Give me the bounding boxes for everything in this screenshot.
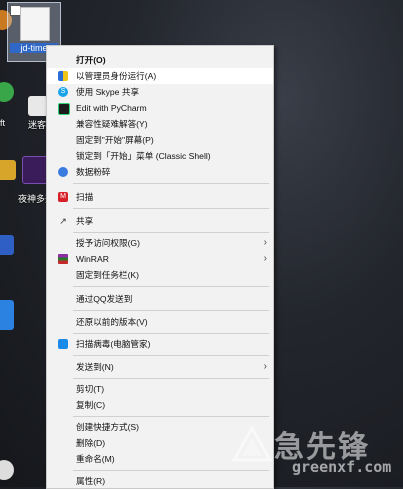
menu-item-label: Edit with PyCharm [76,103,147,113]
chevron-right-icon: › [263,253,267,264]
desktop-icon-green[interactable] [0,82,14,102]
menu-item-pin-taskbar[interactable]: 固定到任务栏(K) [47,267,273,283]
desktop-icon-yellow[interactable] [0,160,16,180]
menu-item-virus-scan[interactable]: 扫描病毒(电脑管家) [47,336,273,352]
menu-item-label: 扫描 [76,192,94,202]
skype-icon: S [58,87,68,97]
file-thumbnail-icon [20,7,50,41]
menu-item-label: WinRAR [76,254,109,264]
menu-item-label: 重命名(M) [76,454,115,464]
menu-item-share[interactable]: ↗ 共享 [47,213,273,229]
menu-item-edit-pycharm[interactable]: Edit with PyCharm [47,100,273,116]
share-icon: ↗ [59,216,67,226]
menu-item-label: 使用 Skype 共享 [76,87,140,97]
menu-separator [73,208,269,209]
shred-icon [58,167,68,177]
menu-item-restore-versions[interactable]: 还原以前的版本(V) [47,314,273,330]
menu-item-label: 发送到(N) [76,362,114,372]
menu-separator [73,378,269,379]
menu-separator [73,416,269,417]
menu-item-label: 复制(C) [76,400,106,410]
mcafee-icon: M [58,192,68,202]
chevron-right-icon: › [263,237,267,248]
menu-item-pin-classic-shell[interactable]: 锁定到「开始」菜单 (Classic Shell) [47,148,273,164]
menu-item-label: 固定到任务栏(K) [76,270,140,280]
chevron-right-icon: › [263,361,267,372]
menu-item-grant-access[interactable]: 授予访问权限(G) › [47,235,273,251]
site-watermark: 急先锋 greenxf.com [232,420,400,482]
menu-item-winrar[interactable]: WinRAR › [47,251,273,267]
desktop-shortcut-icon[interactable] [28,96,48,116]
menu-separator [73,333,269,334]
menu-item-compat-troubleshoot[interactable]: 兼容性疑难解答(Y) [47,116,273,132]
shield-icon [58,71,68,81]
menu-separator [73,310,269,311]
menu-item-label: 数据粉碎 [76,167,111,177]
menu-item-label: 兼容性疑难解答(Y) [76,119,148,129]
watermark-logo-icon [232,426,272,462]
menu-item-label: 通过QQ发送到 [76,294,133,304]
menu-item-copy[interactable]: 复制(C) [47,397,273,413]
menu-item-run-as-admin[interactable]: 以管理员身份运行(A) [47,68,273,84]
desktop-icon-white[interactable] [0,460,14,480]
menu-separator [73,355,269,356]
menu-item-label: 授予访问权限(G) [76,238,140,248]
menu-separator [73,232,269,233]
menu-item-open[interactable]: 打开(O) [47,52,273,68]
menu-item-label: 删除(D) [76,438,106,448]
menu-item-label: 剪切(T) [76,384,105,394]
desktop-icon-blue[interactable] [0,235,14,255]
menu-item-label: 还原以前的版本(V) [76,317,148,327]
pycharm-icon [58,103,70,115]
menu-item-label: 打开(O) [76,55,106,65]
menu-item-label: 以管理员身份运行(A) [76,71,157,81]
menu-item-scan[interactable]: M 扫描 [47,189,273,205]
menu-item-cut[interactable]: 剪切(T) [47,381,273,397]
menu-item-send-via-qq[interactable]: 通过QQ发送到 [47,291,273,307]
menu-separator [73,286,269,287]
winrar-icon [58,254,68,264]
tencent-guard-icon [58,339,68,349]
menu-item-label: 创建快捷方式(S) [76,422,140,432]
watermark-url: greenxf.com [292,458,392,476]
menu-item-send-to[interactable]: 发送到(N) › [47,359,273,375]
menu-item-label: 锁定到「开始」菜单 (Classic Shell) [76,151,211,161]
menu-item-skype-share[interactable]: S 使用 Skype 共享 [47,84,273,100]
menu-item-pin-start-screen[interactable]: 固定到"开始"屏幕(P) [47,132,273,148]
menu-item-label: 固定到"开始"屏幕(P) [76,135,154,145]
menu-item-data-shred[interactable]: 数据粉碎 [47,164,273,180]
menu-separator [73,183,269,184]
desktop-item-label-2: 迷客 [28,120,47,130]
desktop-item-label-1: ft [0,118,6,128]
menu-item-label: 共享 [76,216,94,226]
menu-item-label: 扫描病毒(电脑管家) [76,339,151,349]
desktop-icon-blue-2[interactable] [0,300,14,330]
